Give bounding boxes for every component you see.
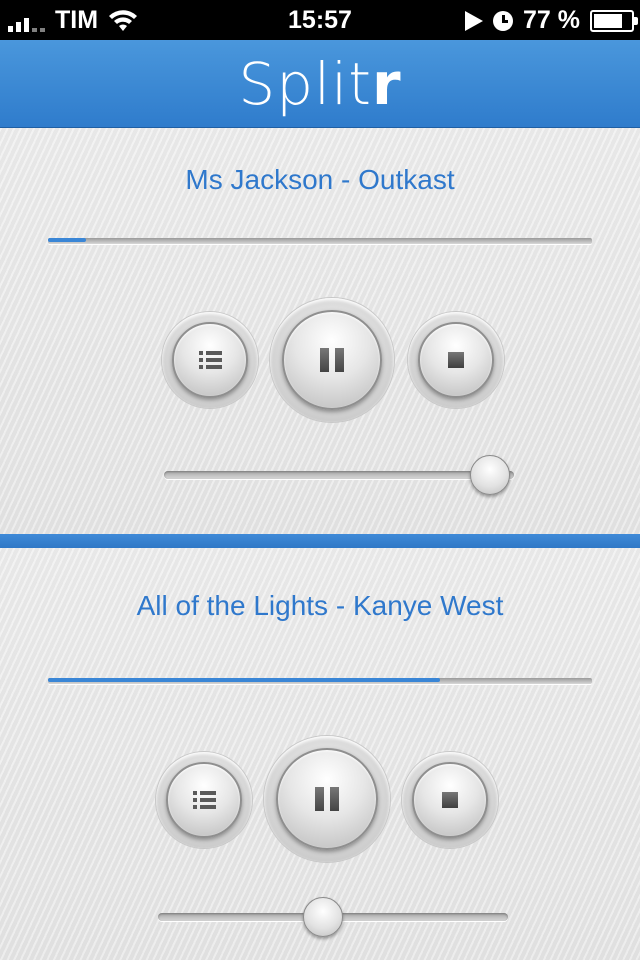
pause-icon <box>315 787 339 811</box>
playlist-button[interactable] <box>162 312 258 408</box>
panel-divider <box>0 534 640 548</box>
volume-slider[interactable] <box>164 455 514 495</box>
player-panel-2: All of the Lights - Kanye West <box>0 548 640 960</box>
status-bar: TIM 15:57 77 % <box>0 0 640 40</box>
battery-percent: 77 % <box>523 6 580 34</box>
play-icon <box>465 10 484 31</box>
volume-slider-thumb[interactable] <box>302 897 343 937</box>
progress-fill <box>48 678 440 682</box>
stop-icon <box>448 352 464 368</box>
volume-slider-thumb[interactable] <box>469 455 510 495</box>
progress-fill <box>48 238 87 242</box>
pause-button[interactable] <box>270 298 394 422</box>
battery-level <box>594 13 622 28</box>
stop-button[interactable] <box>402 752 498 848</box>
progress-bar[interactable] <box>48 678 592 684</box>
list-icon <box>192 791 216 809</box>
status-right: 77 % <box>465 6 638 35</box>
track-title: All of the Lights - Kanye West <box>136 590 504 621</box>
app-header: Splitr <box>0 40 640 128</box>
stop-button[interactable] <box>408 312 504 408</box>
progress-bar[interactable] <box>48 238 592 244</box>
list-icon <box>198 351 222 369</box>
pause-icon <box>320 348 344 372</box>
track-title: Ms Jackson - Outkast <box>185 164 455 195</box>
battery-icon <box>590 9 638 32</box>
player-panel-1: Ms Jackson - Outkast <box>0 128 640 534</box>
app-title: Splitr <box>0 40 640 128</box>
app-title-main: Split <box>238 50 372 118</box>
app-title-accent: r <box>372 50 402 118</box>
volume-slider[interactable] <box>158 897 508 937</box>
playlist-button[interactable] <box>156 752 252 848</box>
stop-icon <box>442 792 458 808</box>
alarm-icon <box>493 10 514 31</box>
pause-button[interactable] <box>264 736 390 862</box>
